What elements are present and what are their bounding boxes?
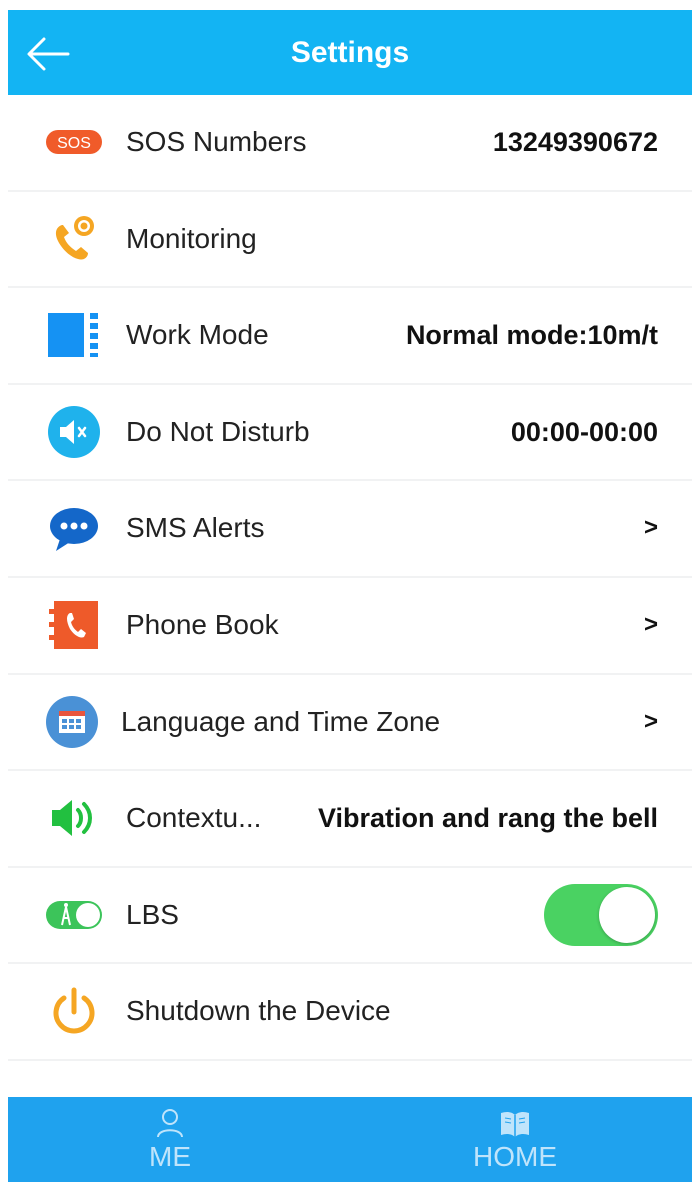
sos-numbers-label: SOS Numbers [126,126,307,157]
tab-home-label: HOME [473,1141,557,1172]
settings-list: SOS SOS Numbers 13249390672 Monitoring W… [8,95,692,1061]
person-icon [154,1107,186,1139]
language-time-zone-label: Language and Time Zone [121,705,441,737]
chevron-right-icon: > [643,514,658,542]
row-sms-alerts[interactable]: SMS Alerts > [8,481,692,578]
row-monitoring[interactable]: Monitoring [8,192,692,289]
sos-icon: SOS [46,114,102,170]
contextual-label: Contextu... [126,802,262,834]
speaker-volume-icon [46,790,102,846]
book-icon [499,1107,531,1139]
lbs-label: LBS [126,898,179,930]
phone-book-icon [46,597,102,653]
row-shutdown[interactable]: Shutdown the Device [8,964,692,1061]
chevron-right-icon: > [643,610,658,638]
bottom-tab-bar: ME HOME [8,1097,692,1182]
contextual-value: Vibration and rang the bell [317,803,658,834]
mute-speaker-icon [46,404,102,460]
svg-text:SOS: SOS [57,135,91,152]
chevron-right-icon: > [643,707,658,735]
tab-home[interactable]: HOME [415,1097,615,1182]
work-mode-label: Work Mode [126,319,269,351]
power-icon [46,984,102,1040]
work-mode-value: Normal mode:10m/t [405,320,658,351]
row-phone-book[interactable]: Phone Book > [8,578,692,675]
row-work-mode[interactable]: Work Mode Normal mode:10m/t [8,288,692,385]
calendar-icon [46,694,102,750]
lbs-tower-toggle-icon [46,887,102,943]
tab-me[interactable]: ME [70,1097,270,1182]
chat-bubble-icon [46,501,102,557]
lbs-toggle[interactable] [544,884,658,947]
row-lbs[interactable]: LBS [8,868,692,965]
sms-alerts-label: SMS Alerts [126,512,265,544]
page-title: Settings [290,36,410,69]
phone-monitor-icon [46,211,102,267]
row-contextual[interactable]: Contextu... Vibration and rang the bell [8,771,692,868]
row-do-not-disturb[interactable]: Do Not Disturb 00:00-00:00 [8,385,692,482]
toggle-knob [599,887,655,944]
do-not-disturb-label: Do Not Disturb [126,415,310,447]
row-language-time-zone[interactable]: Language and Time Zone > [8,675,692,772]
header-bar: Settings [8,10,692,95]
work-mode-icon [46,307,102,363]
tab-me-label: ME [149,1141,191,1172]
shutdown-label: Shutdown the Device [126,995,391,1027]
monitoring-label: Monitoring [126,222,257,254]
row-sos-numbers[interactable]: SOS SOS Numbers 13249390672 [8,95,692,192]
sos-numbers-value: 13249390672 [492,127,658,157]
do-not-disturb-value: 00:00-00:00 [510,416,658,447]
phone-book-label: Phone Book [126,608,279,640]
